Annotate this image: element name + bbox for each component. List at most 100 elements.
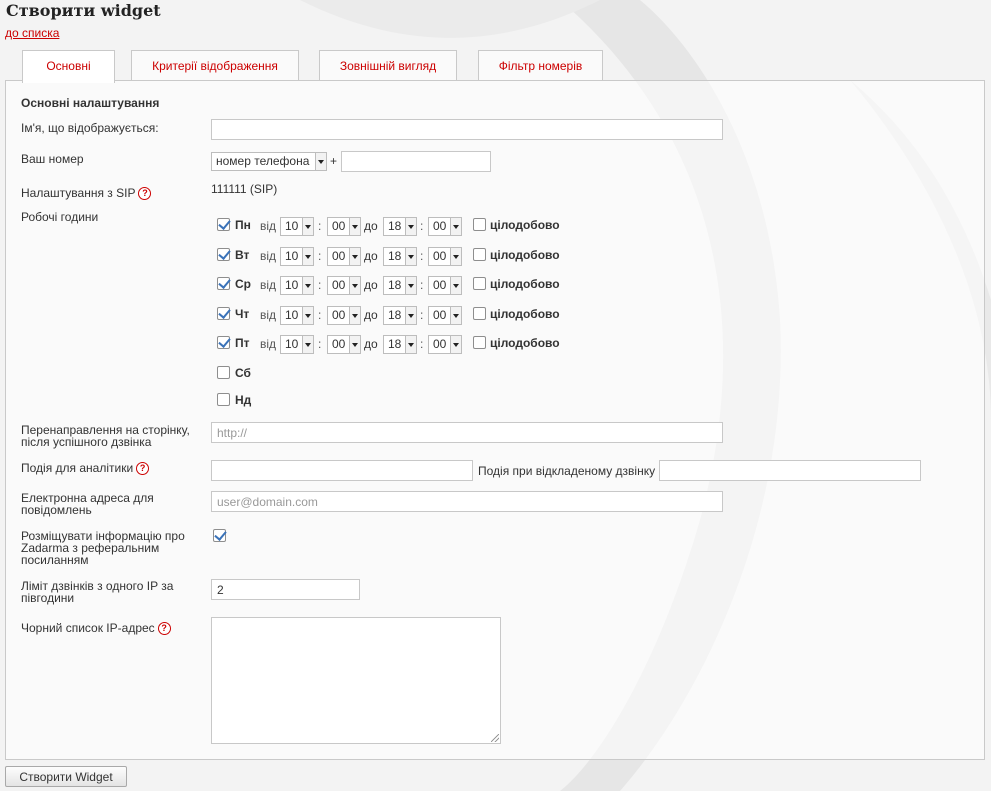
display-name-input[interactable]: [211, 119, 723, 140]
to-hour-select[interactable]: 18: [383, 335, 417, 354]
to-minute-select[interactable]: 00: [428, 306, 462, 325]
to-minute-select-value: 00: [433, 308, 447, 322]
phone-number-input[interactable]: [341, 151, 491, 172]
question-circle-icon[interactable]: ?: [136, 462, 150, 475]
from-minute-select-value: 00: [332, 278, 346, 292]
from-minute-select-value: 00: [332, 249, 346, 263]
tab-main[interactable]: Основні: [22, 50, 115, 83]
analytics-label: Подія для аналітики?: [21, 462, 150, 475]
from-minute-select[interactable]: 00: [327, 276, 361, 295]
resize-grip-icon[interactable]: [491, 734, 499, 742]
to-minute-select[interactable]: 00: [428, 335, 462, 354]
ip-blacklist-textarea[interactable]: [211, 617, 501, 744]
triangle-down-icon: [405, 248, 416, 265]
redirect-label: Перенаправлення на сторінку, після успіш…: [21, 424, 190, 448]
to-hour-select[interactable]: 18: [383, 276, 417, 295]
to-label: до: [364, 219, 378, 233]
redirect-url-input[interactable]: [211, 422, 723, 443]
to-label: до: [364, 308, 378, 322]
from-hour-select[interactable]: 10: [280, 247, 314, 266]
day-label: Чт: [235, 307, 250, 321]
from-label: від: [260, 249, 277, 263]
to-minute-select[interactable]: 00: [428, 217, 462, 236]
blacklist-label: Чорний список IP-адрес?: [21, 622, 171, 635]
allday-checkbox[interactable]: [473, 307, 486, 320]
triangle-down-icon: [302, 307, 313, 324]
triangle-down-icon: [349, 277, 360, 294]
referral-checkbox[interactable]: [213, 529, 226, 542]
from-minute-select[interactable]: 00: [327, 306, 361, 325]
day-checkbox[interactable]: [217, 307, 230, 320]
time-colon: :: [420, 308, 424, 322]
day-checkbox[interactable]: [217, 336, 230, 349]
tab-number-filter[interactable]: Фільтр номерів: [478, 50, 603, 81]
back-to-list-link[interactable]: до списка: [5, 26, 59, 40]
to-label: до: [364, 337, 378, 351]
from-minute-select[interactable]: 00: [327, 335, 361, 354]
analytics-event-input[interactable]: [211, 460, 473, 481]
day-checkbox[interactable]: [217, 277, 230, 290]
create-widget-button[interactable]: Створити Widget: [5, 766, 127, 787]
deferred-event-input[interactable]: [659, 460, 921, 481]
time-colon: :: [318, 219, 322, 233]
your-number-label: Ваш номер: [21, 152, 84, 166]
triangle-down-icon: [349, 248, 360, 265]
allday-checkbox[interactable]: [473, 277, 486, 290]
from-hour-select[interactable]: 10: [280, 276, 314, 295]
allday-label: цілодобово: [490, 218, 560, 232]
to-hour-select[interactable]: 18: [383, 247, 417, 266]
time-colon: :: [318, 308, 322, 322]
triangle-down-icon: [302, 218, 313, 235]
allday-checkbox[interactable]: [473, 248, 486, 261]
referral-label: Розміщувати інформацію про Zadarma з реф…: [21, 530, 185, 566]
triangle-down-icon: [450, 277, 461, 294]
email-input[interactable]: [211, 491, 723, 512]
from-hour-select[interactable]: 10: [280, 217, 314, 236]
allday-label: цілодобово: [490, 336, 560, 350]
from-minute-select-value: 00: [332, 337, 346, 351]
settings-panel: Основні налаштування Ім'я, що відображує…: [5, 80, 985, 760]
from-minute-select-value: 00: [332, 219, 346, 233]
to-hour-select-value: 18: [388, 278, 402, 292]
triangle-down-icon: [302, 277, 313, 294]
phone-type-select-value: номер телефона: [216, 154, 310, 168]
day-checkbox[interactable]: [217, 248, 230, 261]
ip-limit-input[interactable]: [211, 579, 360, 600]
from-hour-select[interactable]: 10: [280, 335, 314, 354]
day-checkbox[interactable]: [217, 366, 230, 379]
question-circle-icon[interactable]: ?: [157, 622, 171, 635]
from-hour-select-value: 10: [285, 278, 299, 292]
allday-checkbox[interactable]: [473, 218, 486, 231]
to-hour-select[interactable]: 18: [383, 306, 417, 325]
day-checkbox[interactable]: [217, 218, 230, 231]
to-label: до: [364, 249, 378, 263]
tab-appearance[interactable]: Зовнішній вигляд: [319, 50, 457, 81]
phone-type-select[interactable]: номер телефона: [211, 152, 327, 171]
allday-checkbox[interactable]: [473, 336, 486, 349]
ip-limit-label: Ліміт дзвінків з одного IP за півгодини: [21, 580, 173, 604]
triangle-down-icon: [302, 248, 313, 265]
from-hour-select[interactable]: 10: [280, 306, 314, 325]
to-hour-select-value: 18: [388, 337, 402, 351]
triangle-down-icon: [405, 307, 416, 324]
ip-limit-label-line2: півгодини: [21, 591, 75, 605]
to-minute-select[interactable]: 00: [428, 276, 462, 295]
day-label: Вт: [235, 248, 250, 262]
to-minute-select-value: 00: [433, 249, 447, 263]
from-minute-select[interactable]: 00: [327, 217, 361, 236]
to-minute-select-value: 00: [433, 219, 447, 233]
plus-sign: +: [330, 154, 338, 168]
question-circle-icon[interactable]: ?: [138, 187, 152, 200]
to-minute-select-value: 00: [433, 337, 447, 351]
from-label: від: [260, 219, 277, 233]
redirect-label-line2: після успішного дзвінка: [21, 435, 152, 449]
triangle-down-icon: [349, 336, 360, 353]
tab-display-criteria[interactable]: Критерії відображення: [131, 50, 299, 81]
from-minute-select-value: 00: [332, 308, 346, 322]
from-label: від: [260, 337, 277, 351]
from-minute-select[interactable]: 00: [327, 247, 361, 266]
to-minute-select[interactable]: 00: [428, 247, 462, 266]
day-checkbox[interactable]: [217, 393, 230, 406]
day-label: Сб: [235, 366, 251, 380]
to-hour-select[interactable]: 18: [383, 217, 417, 236]
